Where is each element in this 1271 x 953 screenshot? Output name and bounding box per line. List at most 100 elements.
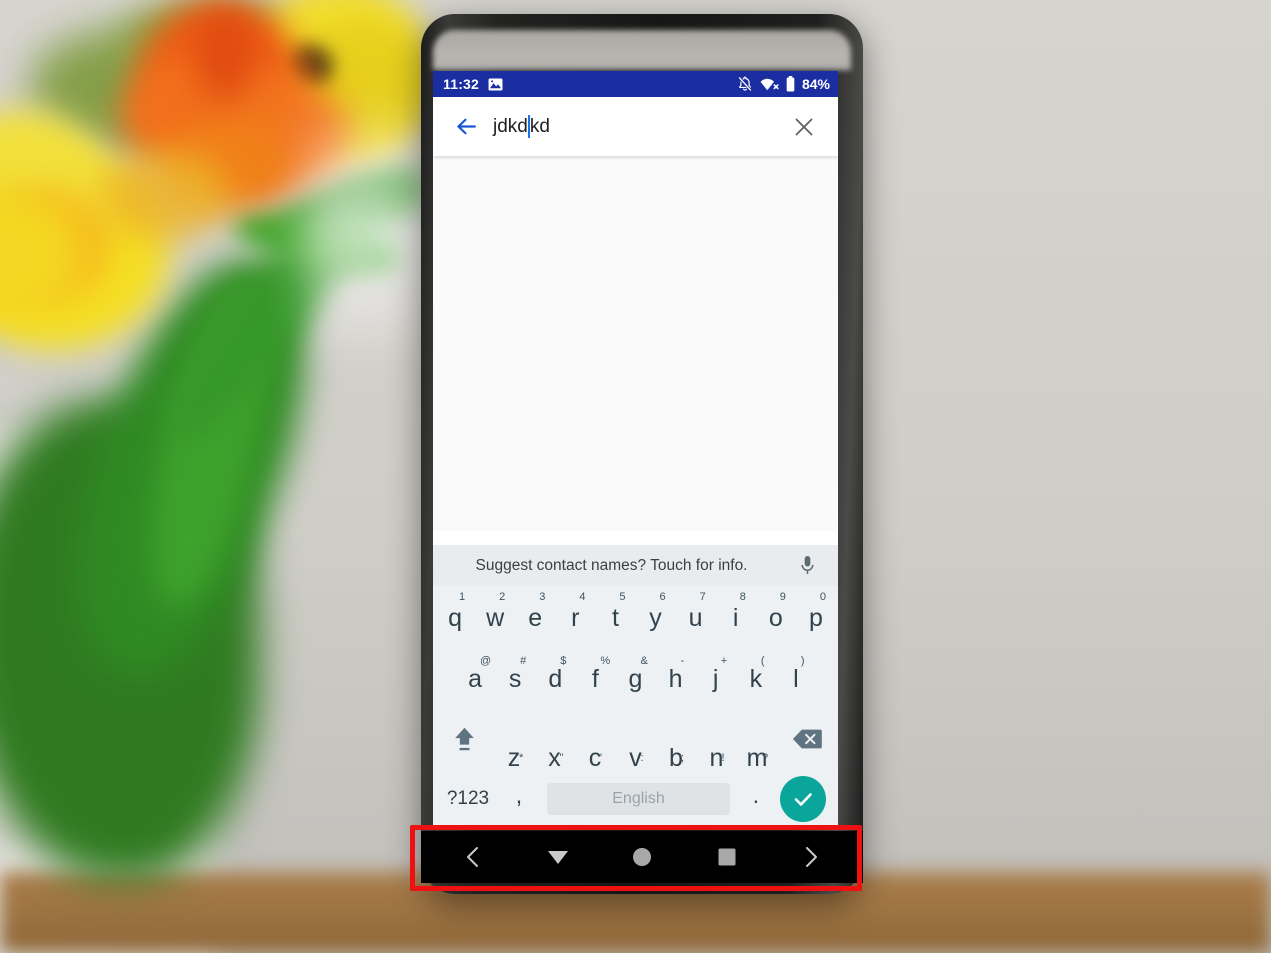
chevron-left-icon [467, 847, 478, 867]
square-icon [718, 848, 735, 866]
nav-home-button[interactable] [614, 831, 670, 883]
nav-recents-button[interactable] [699, 831, 755, 883]
key-x[interactable]: " x [534, 744, 575, 772]
circle-icon [633, 848, 651, 866]
status-bar: 11:32 84% [433, 71, 838, 97]
image-icon [488, 77, 503, 91]
key-z[interactable]: * z [494, 744, 535, 772]
key-q[interactable]: 1q [435, 586, 475, 647]
shift-key[interactable] [435, 708, 494, 769]
search-input[interactable]: jdkd kd [493, 115, 788, 138]
key-label: d [548, 665, 563, 693]
enter-key[interactable] [780, 776, 826, 822]
back-button[interactable] [449, 110, 483, 144]
key-v[interactable]: :v [615, 744, 656, 772]
key-u[interactable]: 7u [676, 586, 716, 647]
key-d[interactable]: $ d [535, 647, 575, 708]
voice-input-button[interactable] [790, 555, 824, 576]
key-alt-label: + [720, 655, 728, 667]
key-k[interactable]: (k [736, 647, 776, 708]
key-f[interactable]: % f [575, 647, 615, 708]
search-app-bar: jdkd kd [433, 97, 838, 156]
key-label: y [649, 604, 662, 632]
key-label: a [468, 665, 482, 693]
nav-back-chevron-button[interactable] [445, 831, 501, 883]
keyboard-suggestion-bar[interactable]: Suggest contact names? Touch for info. [433, 545, 838, 586]
key-t[interactable]: 5t [595, 586, 635, 647]
key-alt-label: 8 [739, 591, 746, 603]
suggestion-text[interactable]: Suggest contact names? Touch for info. [433, 557, 790, 575]
period-key[interactable]: . [736, 782, 776, 817]
key-label: z [507, 744, 521, 772]
battery-icon [786, 76, 795, 92]
status-bar-time: 11:32 [443, 76, 480, 92]
battery-percent: 84% [801, 76, 830, 92]
key-j[interactable]: + j [696, 647, 736, 708]
clear-search-button[interactable] [788, 111, 820, 143]
arrow-back-icon [456, 118, 476, 135]
key-label: g [628, 665, 643, 693]
navigation-bar-buttons [421, 831, 863, 883]
nav-hide-keyboard-button[interactable] [530, 831, 586, 883]
space-key[interactable]: English [547, 783, 730, 815]
key-c[interactable]: ' c [575, 744, 616, 771]
key-label: w [486, 604, 505, 632]
key-label: p [808, 604, 823, 632]
key-i[interactable]: 8i [716, 586, 756, 647]
key-alt-label: % [600, 655, 611, 667]
keyboard-row-1: 1q2w3e4r5t6y7u8i9o0p [433, 586, 838, 647]
key-label: r [571, 604, 580, 632]
key-label: o [768, 604, 783, 632]
key-alt-label: 3 [539, 591, 546, 603]
key-b[interactable]: ; b [656, 744, 697, 772]
close-icon [795, 118, 813, 135]
key-a[interactable]: @ a [455, 647, 495, 708]
key-r[interactable]: 4r [555, 586, 595, 647]
search-query-before-caret: jdkd [493, 115, 528, 137]
status-bar-right-icons: 84% [737, 76, 830, 92]
backspace-icon [792, 729, 822, 748]
search-query-after-caret: kd [529, 115, 550, 137]
scene: 11:32 84% jdkd kd Suggest contact names?… [0, 0, 1271, 953]
shift-icon [455, 727, 474, 750]
key-m[interactable]: ? m [737, 744, 778, 772]
key-l[interactable]: ) l [776, 647, 816, 708]
background-flower-orange [195, 10, 255, 100]
key-alt-label: 0 [819, 591, 827, 603]
status-bar-left-icons [488, 77, 503, 91]
backspace-key[interactable] [777, 708, 836, 769]
key-y[interactable]: 6y [635, 586, 675, 647]
key-label: q [448, 604, 462, 632]
key-h[interactable]: -h [656, 647, 696, 708]
key-label: n [709, 744, 724, 772]
key-label: k [749, 665, 763, 693]
phone-top-bezel [433, 30, 851, 70]
on-screen-keyboard: Suggest contact names? Touch for info. 1… [433, 545, 838, 829]
key-o[interactable]: 9o [756, 586, 796, 647]
key-label: f [591, 665, 599, 693]
key-label: s [508, 665, 522, 693]
key-alt-label: 2 [499, 591, 506, 603]
triangle-down-icon [547, 851, 568, 864]
key-label: b [669, 744, 683, 772]
key-w[interactable]: 2w [475, 586, 515, 647]
phone-screen: 11:32 84% jdkd kd Suggest contact names?… [433, 71, 838, 829]
key-alt-label: 4 [579, 591, 586, 603]
symbols-key[interactable]: ?123 [439, 788, 497, 810]
key-label: v [629, 744, 642, 772]
key-n[interactable]: ! n [696, 744, 737, 772]
key-alt-label: 6 [659, 591, 666, 603]
key-label: m [746, 744, 768, 772]
key-e[interactable]: 3e [515, 586, 555, 647]
key-label: x [548, 744, 561, 772]
key-p[interactable]: 0p [796, 586, 836, 647]
keyboard-row-4: ?123 , English . [433, 769, 838, 829]
key-label: e [528, 604, 543, 632]
comma-key[interactable]: , [497, 782, 541, 817]
wifi-off-icon [760, 78, 779, 90]
nav-forward-chevron-button[interactable] [783, 831, 839, 883]
keyboard-row-2: @ a # s $ d% f & g - h + j(k) l [433, 647, 838, 708]
key-s[interactable]: # s [495, 647, 535, 708]
key-g[interactable]: & g [615, 647, 655, 708]
key-alt-label: 9 [779, 591, 786, 603]
